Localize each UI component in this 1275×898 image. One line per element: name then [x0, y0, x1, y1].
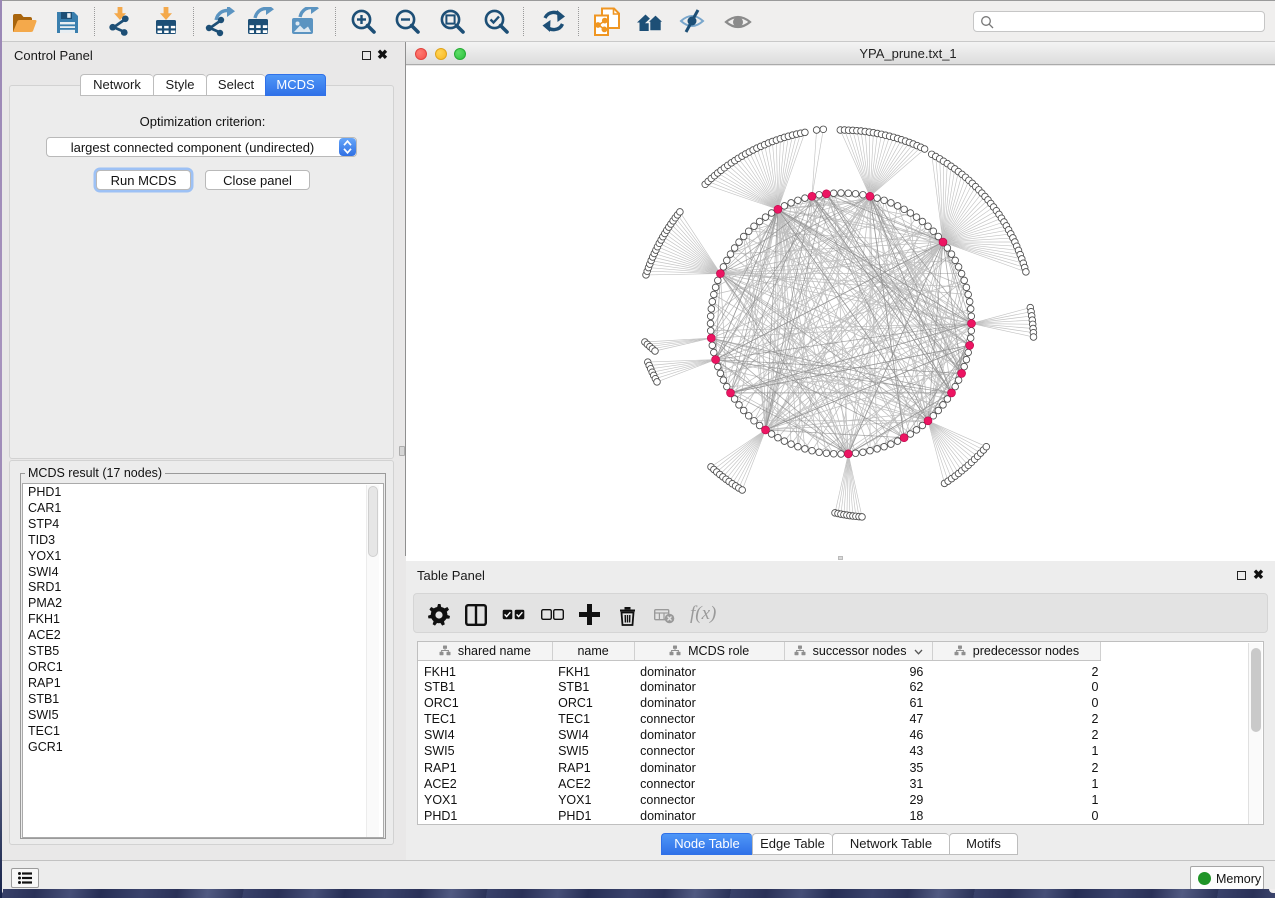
- svg-text:f(x): f(x): [690, 603, 716, 624]
